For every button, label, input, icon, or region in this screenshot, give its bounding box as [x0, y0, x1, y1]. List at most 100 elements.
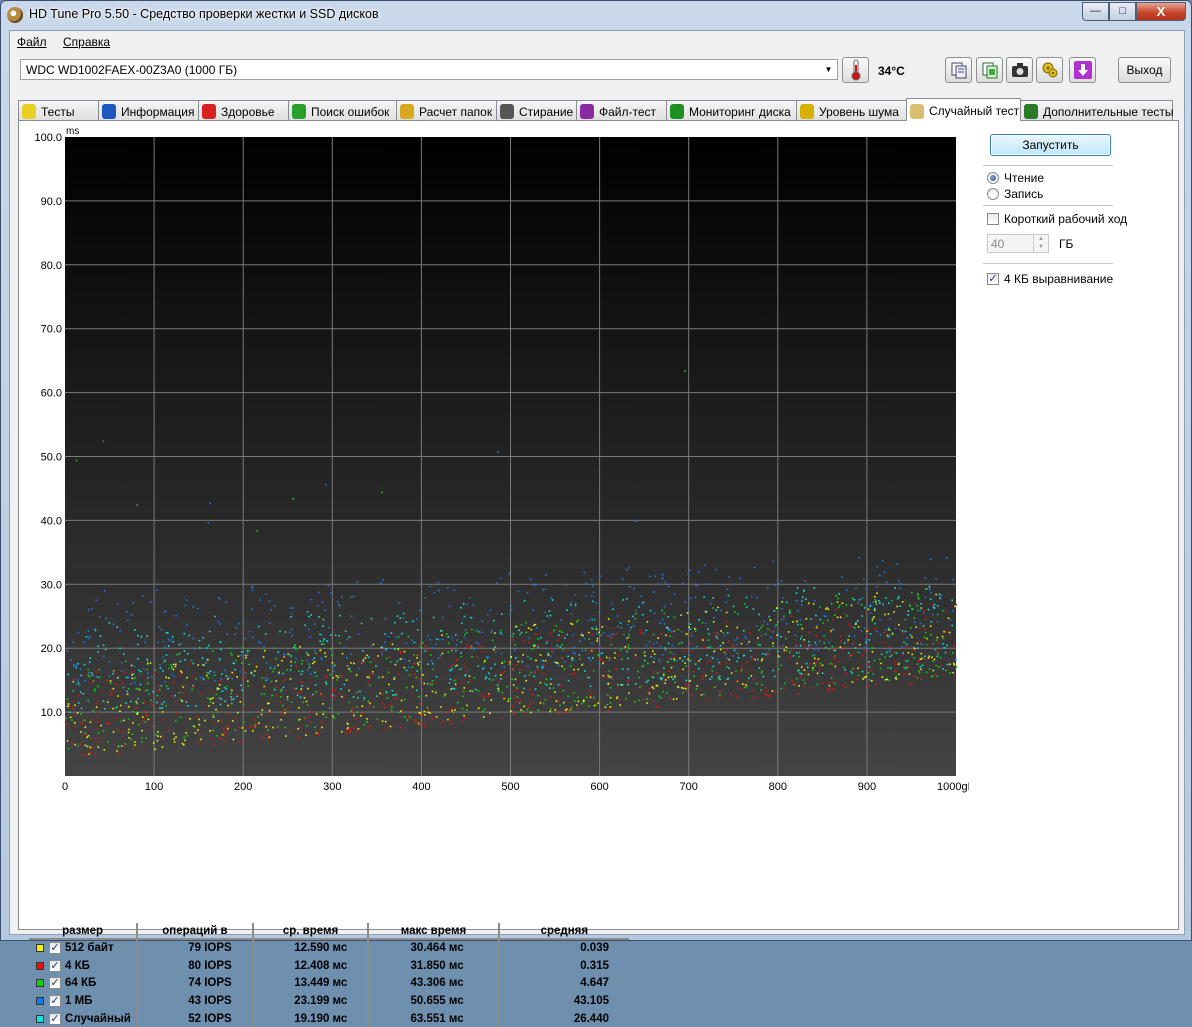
- exit-button[interactable]: Выход: [1118, 57, 1171, 83]
- scatter-point: [456, 701, 459, 704]
- tab-speaker[interactable]: Уровень шума: [796, 100, 907, 120]
- scatter-point: [500, 633, 503, 636]
- scatter-point: [527, 641, 530, 644]
- scatter-point: [874, 598, 876, 601]
- scatter-point: [329, 673, 332, 676]
- scatter-point: [719, 663, 721, 665]
- scatter-point: [686, 689, 689, 692]
- scatter-point: [318, 591, 320, 594]
- scatter-point: [367, 656, 370, 659]
- tab-folder[interactable]: Расчет папок: [396, 100, 497, 120]
- start-button[interactable]: Запустить: [990, 134, 1111, 156]
- scatter-point: [322, 713, 324, 715]
- scatter-point: [783, 651, 785, 653]
- copy-screen-button[interactable]: [976, 57, 1003, 83]
- scatter-point: [117, 676, 119, 679]
- scatter-point: [874, 622, 876, 625]
- scatter-point: [234, 633, 237, 635]
- scatter-point: [667, 642, 670, 645]
- read-radio[interactable]: Чтение: [987, 171, 1044, 185]
- scatter-point: [617, 625, 619, 628]
- menu-file[interactable]: Файл: [17, 35, 47, 49]
- spin-buttons[interactable]: ▲ ▼: [1033, 235, 1048, 252]
- tab-bulb[interactable]: Тесты: [18, 100, 99, 120]
- scatter-point: [592, 600, 594, 603]
- scatter-point: [550, 678, 552, 680]
- series-visible-checkbox[interactable]: ✓: [49, 1012, 61, 1025]
- scatter-point: [663, 678, 665, 680]
- scatter-point: [385, 648, 388, 650]
- scatter-point: [462, 719, 464, 722]
- scatter-point: [622, 599, 624, 601]
- scatter-point: [638, 606, 640, 608]
- close-button[interactable]: X: [1136, 2, 1186, 21]
- scatter-point: [275, 693, 277, 696]
- scatter-point: [307, 668, 309, 671]
- tab-info[interactable]: Информация: [98, 100, 199, 120]
- scatter-point: [329, 695, 332, 698]
- tab-monitor[interactable]: Мониторинг диска: [666, 100, 797, 120]
- scatter-point: [419, 609, 421, 612]
- copy-info-button[interactable]: [945, 57, 972, 83]
- scatter-point: [162, 737, 165, 740]
- scatter-point: [643, 659, 646, 662]
- short-stroke-size-input[interactable]: 40 ▲ ▼: [987, 234, 1049, 253]
- scatter-point: [350, 662, 352, 664]
- scatter-point: [143, 701, 146, 704]
- scatter-point: [731, 644, 733, 647]
- scatter-point: [258, 722, 260, 724]
- scatter-point: [317, 734, 320, 736]
- thermometer-button[interactable]: [842, 57, 869, 83]
- scatter-point: [181, 742, 184, 745]
- scatter-point: [401, 708, 404, 711]
- tab-file-test[interactable]: Файл-тест: [576, 100, 667, 120]
- scatter-point: [333, 717, 336, 719]
- scatter-point: [588, 676, 590, 679]
- scatter-point: [397, 636, 400, 638]
- save-button[interactable]: [1069, 57, 1096, 83]
- tab-extra-tests[interactable]: Дополнительные тесты: [1020, 100, 1173, 120]
- scatter-point: [483, 698, 485, 701]
- tab-trash[interactable]: Стирание: [496, 100, 577, 120]
- scatter-point: [698, 660, 700, 662]
- title-bar[interactable]: HD Tune Pro 5.50 - Средство проверки жес…: [1, 1, 1191, 29]
- scatter-point: [544, 698, 547, 701]
- tab-health-cross[interactable]: Здоровье: [198, 100, 289, 120]
- scatter-point: [621, 668, 624, 670]
- scatter-point: [895, 670, 897, 673]
- scatter-point: [736, 626, 739, 629]
- drive-select[interactable]: WDC WD1002FAEX-00Z3A0 (1000 ГБ) ▼: [20, 59, 838, 80]
- scatter-point: [395, 694, 397, 696]
- series-visible-checkbox[interactable]: ✓: [49, 994, 61, 1007]
- series-visible-checkbox[interactable]: ✓: [49, 959, 61, 972]
- scatter-point: [768, 615, 771, 618]
- minimize-button[interactable]: —: [1082, 2, 1109, 21]
- scatter-point: [574, 672, 576, 675]
- scatter-point: [618, 654, 620, 656]
- screenshot-button[interactable]: [1006, 57, 1033, 83]
- scatter-point: [639, 595, 642, 598]
- scatter-point: [673, 655, 676, 658]
- scatter-point: [97, 651, 99, 653]
- scatter-point: [667, 676, 670, 679]
- tab-random[interactable]: Случайный тест: [906, 98, 1021, 121]
- align-4kb-checkbox[interactable]: ✓ 4 КБ выравнивание: [987, 272, 1113, 286]
- scatter-point: [626, 680, 629, 682]
- scatter-point: [856, 620, 859, 622]
- scatter-point: [917, 609, 920, 612]
- maximize-button[interactable]: □: [1109, 2, 1136, 21]
- scatter-point: [812, 667, 814, 669]
- tab-magnifier[interactable]: Поиск ошибок: [288, 100, 397, 120]
- scatter-point: [954, 647, 956, 649]
- short-stroke-checkbox[interactable]: Короткий рабочий ход: [987, 212, 1127, 226]
- series-visible-checkbox[interactable]: ✓: [49, 977, 61, 990]
- scatter-point: [869, 633, 872, 635]
- menu-help[interactable]: Справка: [63, 35, 110, 49]
- options-button[interactable]: [1036, 57, 1063, 83]
- scatter-point: [859, 666, 862, 669]
- scatter-point: [234, 718, 237, 720]
- scatter-point: [854, 647, 857, 649]
- series-visible-checkbox[interactable]: ✓: [49, 942, 61, 955]
- write-radio[interactable]: Запись: [987, 187, 1043, 201]
- scatter-point: [96, 676, 99, 678]
